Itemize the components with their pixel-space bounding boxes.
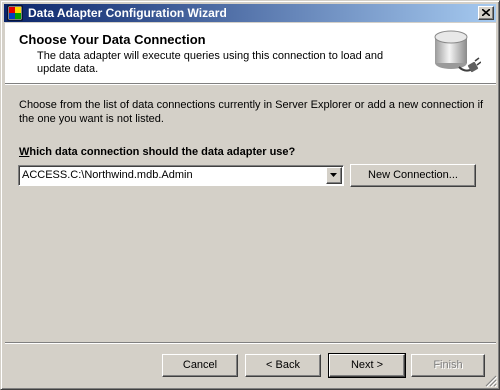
wizard-app-icon — [7, 5, 23, 21]
resize-grip-icon[interactable] — [485, 375, 498, 388]
database-plug-icon — [429, 27, 482, 79]
window-title: Data Adapter Configuration Wizard — [28, 6, 227, 20]
wizard-window: Data Adapter Configuration Wizard Choose… — [0, 0, 500, 390]
new-connection-button[interactable]: New Connection... — [350, 164, 476, 187]
finish-button[interactable]: Finish — [411, 354, 485, 377]
close-button[interactable] — [478, 6, 494, 20]
connection-selected-value: ACCESS.C:\Northwind.mdb.Admin — [22, 169, 193, 181]
close-icon — [482, 9, 490, 16]
instructions-text: Choose from the list of data connections… — [19, 99, 484, 125]
question-mnemonic: W — [19, 146, 30, 158]
connection-dropdown[interactable]: ACCESS.C:\Northwind.mdb.Admin — [18, 165, 344, 186]
connection-question-label: Which data connection should the data ad… — [19, 146, 295, 158]
wizard-header: Choose Your Data Connection The data ada… — [5, 23, 496, 83]
header-separator — [5, 83, 496, 85]
page-title: Choose Your Data Connection — [19, 32, 206, 47]
chevron-down-icon — [330, 173, 337, 177]
back-button[interactable]: < Back — [245, 354, 321, 377]
next-button[interactable]: Next > — [328, 353, 406, 378]
page-description: The data adapter will execute queries us… — [37, 50, 384, 75]
dropdown-arrow-button[interactable] — [326, 167, 342, 184]
question-text: hich data connection should the data ada… — [29, 146, 296, 158]
title-bar[interactable]: Data Adapter Configuration Wizard — [4, 4, 496, 22]
cancel-button[interactable]: Cancel — [162, 354, 238, 377]
footer-separator — [5, 342, 496, 344]
